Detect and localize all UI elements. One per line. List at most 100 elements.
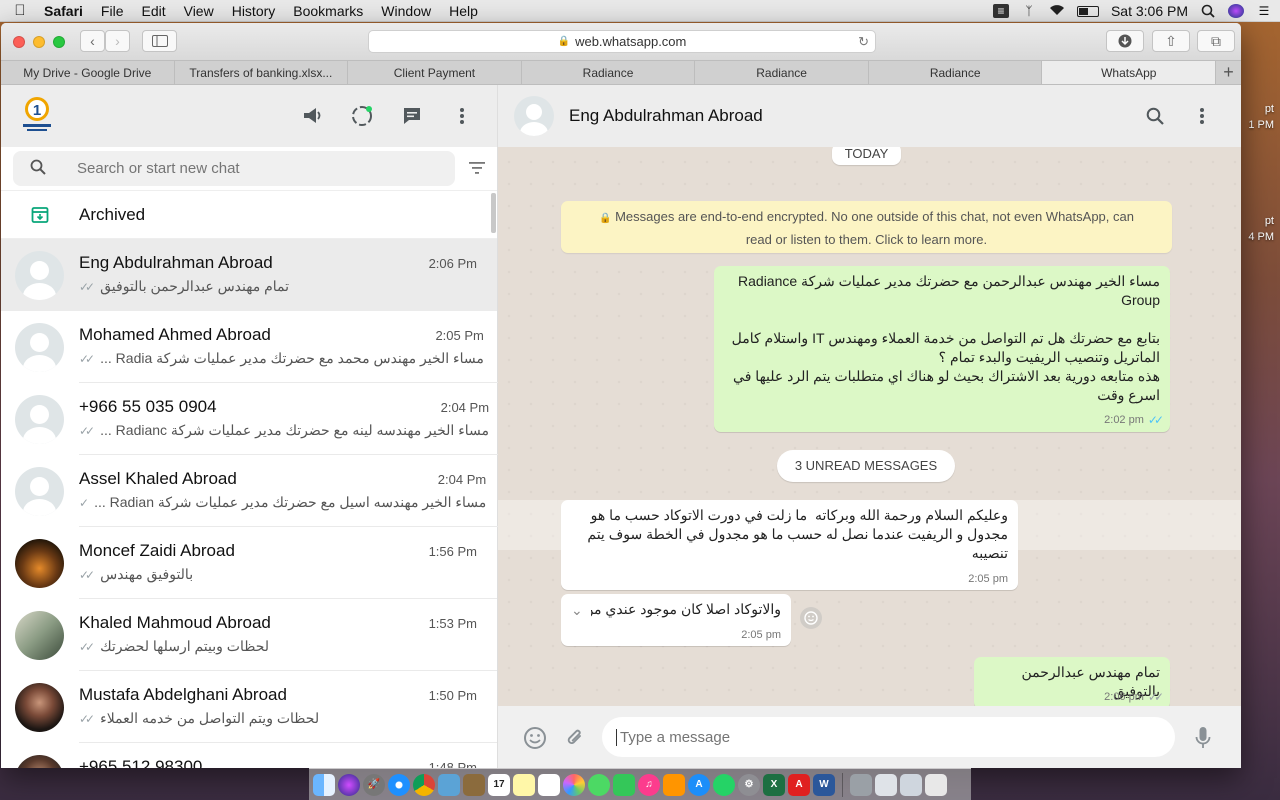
search-icon[interactable] — [1143, 104, 1167, 128]
search-icon[interactable] — [13, 159, 63, 178]
menu-window[interactable]: Window — [372, 3, 440, 19]
itunes-icon[interactable]: ♫ — [638, 773, 660, 796]
status-app-icon[interactable]: ≡ — [992, 4, 1009, 18]
menu-bookmarks[interactable]: Bookmarks — [284, 3, 372, 19]
ibooks-icon[interactable] — [663, 773, 685, 796]
wifi-icon[interactable] — [1049, 4, 1065, 18]
acrobat-icon[interactable]: A — [788, 773, 810, 796]
calendar-icon[interactable]: 17 — [488, 773, 510, 796]
contact-name[interactable]: Eng Abdulrahman Abroad — [569, 106, 763, 126]
menu-app-name[interactable]: Safari — [40, 3, 92, 19]
preview-icon[interactable] — [438, 773, 460, 796]
excel-icon[interactable]: X — [763, 773, 785, 796]
chrome-icon[interactable] — [413, 773, 435, 796]
message-bubble-outgoing[interactable]: مساء الخير مهندس عبدالرحمن مع حضرتك مدير… — [714, 266, 1170, 432]
app-store-icon[interactable]: A — [688, 773, 710, 796]
notes-book-icon[interactable] — [463, 773, 485, 796]
emoji-reaction-icon[interactable] — [800, 607, 822, 629]
menu-help[interactable]: Help — [440, 3, 487, 19]
address-bar[interactable]: 🔒 web.whatsapp.com ↻ — [368, 30, 876, 53]
word-icon[interactable]: W — [813, 773, 835, 796]
delivered-ticks-icon: ✓✓ — [1147, 690, 1164, 704]
chat-list-item[interactable]: Mohamed Ahmed Abroad 2:05 Pm ✓✓ مساء الخي… — [1, 311, 504, 383]
reminders-icon[interactable] — [538, 773, 560, 796]
forward-button[interactable]: › — [105, 30, 130, 52]
battery-icon[interactable] — [1076, 5, 1099, 17]
tab-whatsapp[interactable]: WhatsApp — [1042, 61, 1217, 84]
documents-stack-icon[interactable] — [900, 773, 922, 796]
search-input[interactable] — [77, 160, 437, 177]
archived-row[interactable]: Archived — [1, 191, 497, 239]
tab-transfers[interactable]: Transfers of banking.xlsx... — [175, 61, 349, 84]
avatar — [15, 250, 64, 300]
new-tab-button[interactable]: + — [1216, 61, 1241, 84]
communities-icon[interactable] — [300, 104, 324, 128]
chat-list-item[interactable]: Moncef Zaidi Abroad 1:56 Pm ✓✓ بالتوفيق م… — [1, 527, 497, 599]
message-bubble-incoming[interactable]: وعليكم السلام ورحمة الله وبركاته ما زلت … — [561, 500, 1018, 590]
safari-icon[interactable] — [388, 773, 410, 796]
contact-avatar[interactable] — [514, 96, 554, 136]
dock: 🚀 17 ♫ A ⚙ X A W — [309, 768, 971, 800]
url-text: web.whatsapp.com — [575, 34, 687, 49]
message-bubble-incoming[interactable]: ⌄ والاتوكاد اصلا كان موجود عندي من 2:05 … — [561, 594, 791, 646]
message-bubble-outgoing[interactable]: تمام مهندس عبدالرحمن بالتوفيق 2:06 pm ✓✓ — [974, 657, 1170, 709]
tab-radiance[interactable]: Radiance — [869, 61, 1043, 84]
chat-list-item[interactable]: +965 512 98300 1:48 Pm — [1, 743, 497, 768]
menu-icon[interactable] — [450, 104, 474, 128]
status-icon[interactable] — [350, 104, 374, 128]
encryption-notice[interactable]: 🔒 Messages are end-to-end encrypted. No … — [561, 201, 1172, 253]
system-preferences-icon[interactable]: ⚙ — [738, 773, 760, 796]
finder-icon[interactable] — [313, 773, 335, 796]
share-button[interactable]: ⇧ — [1152, 30, 1190, 52]
notification-center-icon[interactable]: ☰ — [1256, 4, 1272, 18]
chat-list-item[interactable]: Khaled Mahmoud Abroad 1:53 Pm ✓✓ لحظات وب… — [1, 599, 497, 671]
close-window-button[interactable] — [13, 35, 25, 48]
attach-icon[interactable] — [562, 725, 588, 751]
documents-stack-icon[interactable] — [875, 773, 897, 796]
siri-icon[interactable] — [338, 773, 360, 796]
downloads-stack-icon[interactable] — [850, 773, 872, 796]
new-chat-icon[interactable] — [400, 104, 424, 128]
tabs-overview-button[interactable]: ⧉ — [1197, 30, 1235, 52]
tab-client-payment[interactable]: Client Payment — [348, 61, 522, 84]
search-box[interactable] — [13, 151, 455, 186]
menu-icon[interactable] — [1190, 104, 1214, 128]
emoji-icon[interactable] — [522, 725, 548, 751]
menu-file[interactable]: File — [92, 3, 133, 19]
menu-edit[interactable]: Edit — [132, 3, 174, 19]
whatsapp-icon[interactable] — [713, 773, 735, 796]
menu-view[interactable]: View — [175, 3, 223, 19]
photos-icon[interactable] — [563, 773, 585, 796]
siri-icon[interactable] — [1228, 4, 1244, 18]
microphone-icon[interactable] — [1190, 725, 1216, 751]
tab-radiance[interactable]: Radiance — [522, 61, 696, 84]
zoom-window-button[interactable] — [53, 35, 65, 48]
reload-icon[interactable]: ↻ — [858, 34, 869, 50]
tab-google-drive[interactable]: My Drive - Google Drive — [1, 61, 175, 84]
apple-icon[interactable]:  — [0, 2, 40, 19]
minimize-window-button[interactable] — [33, 35, 45, 48]
chat-list-item[interactable]: +966 55 035 0904 2:04 Pm ✓✓ مساء الخير مه… — [1, 383, 510, 455]
trash-icon[interactable] — [925, 773, 947, 796]
facetime-icon[interactable] — [613, 773, 635, 796]
profile-logo[interactable]: 1 — [21, 95, 53, 133]
chevron-down-icon[interactable]: ⌄ — [571, 602, 583, 619]
menubar-clock[interactable]: Sat 3:06 PM — [1111, 3, 1188, 19]
bluetooth-icon[interactable]: ᛉ — [1021, 4, 1037, 18]
filter-icon[interactable] — [468, 161, 486, 175]
chat-list-item[interactable]: Assel Khaled Abroad 2:04 Pm ✓ مساء الخير … — [1, 455, 507, 527]
chat-list-item[interactable]: Eng Abdulrahman Abroad 2:06 Pm ✓✓ تمام مه… — [1, 239, 497, 311]
tab-radiance[interactable]: Radiance — [695, 61, 869, 84]
sidebar-scrollbar[interactable] — [491, 193, 496, 233]
menu-history[interactable]: History — [223, 3, 285, 19]
message-input[interactable] — [616, 728, 1156, 746]
messages-icon[interactable] — [588, 773, 610, 796]
message-box[interactable] — [602, 717, 1175, 757]
sidebar-toggle-button[interactable] — [142, 30, 177, 52]
downloads-button[interactable] — [1106, 30, 1144, 52]
launchpad-icon[interactable]: 🚀 — [363, 773, 385, 796]
spotlight-icon[interactable] — [1200, 4, 1216, 18]
notes-icon[interactable] — [513, 773, 535, 796]
chat-list-item[interactable]: Mustafa Abdelghani Abroad 1:50 Pm ✓✓ لحظا… — [1, 671, 497, 743]
back-button[interactable]: ‹ — [80, 30, 105, 52]
